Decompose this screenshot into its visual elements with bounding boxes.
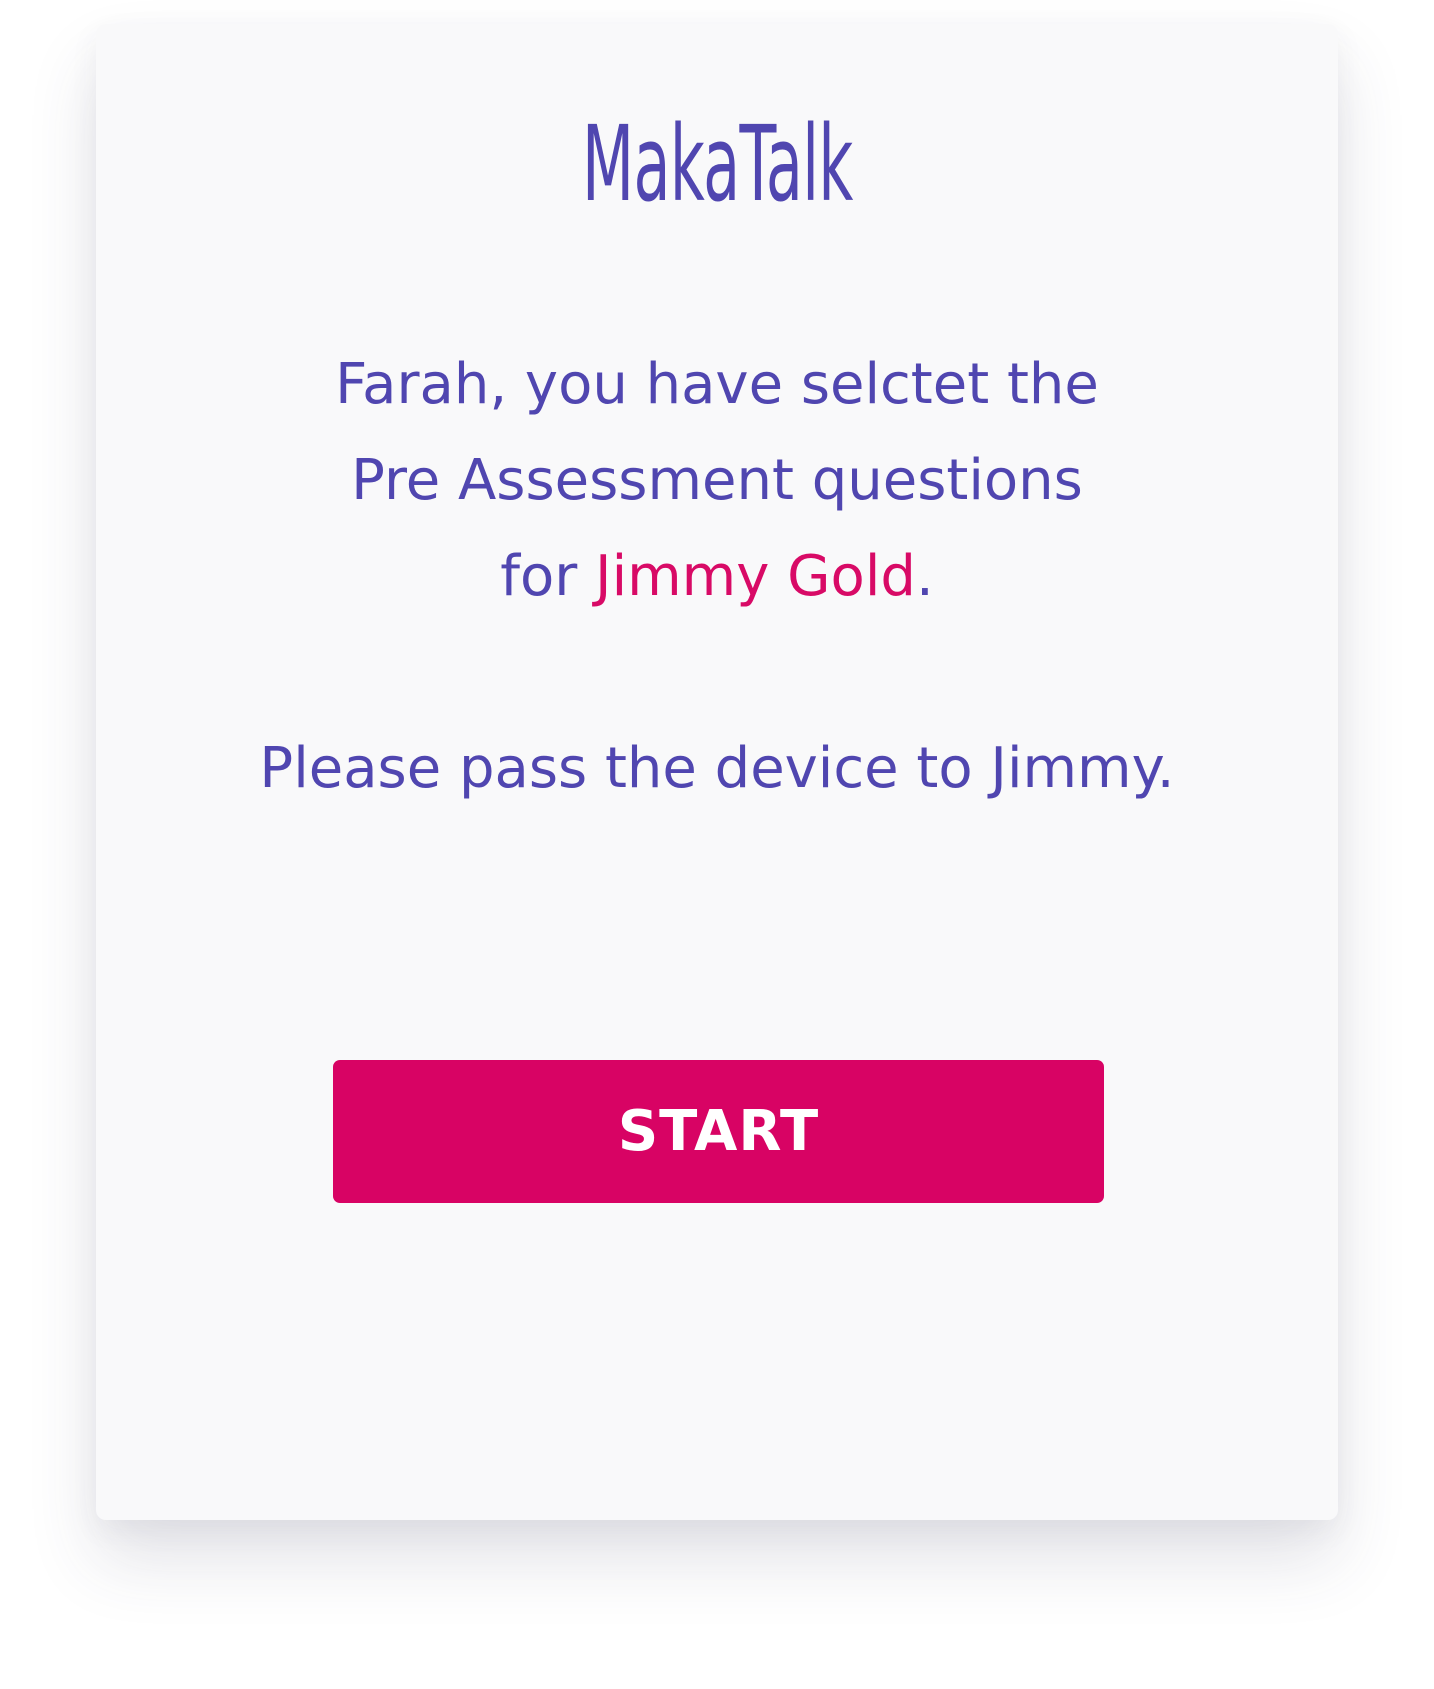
start-button[interactable]: START (333, 1060, 1104, 1203)
app-logo: MakaTalk (96, 112, 1338, 216)
selection-message-period: . (915, 544, 934, 609)
app-logo-text: MakaTalk (581, 103, 853, 225)
welcome-card: MakaTalk Farah, you have selctet the Pre… (96, 24, 1338, 1520)
selection-message: Farah, you have selctet the Pre Assessme… (306, 337, 1128, 625)
pass-device-instruction: Please pass the device to Jimmy. (259, 736, 1175, 801)
student-name: Jimmy Gold (595, 544, 916, 609)
